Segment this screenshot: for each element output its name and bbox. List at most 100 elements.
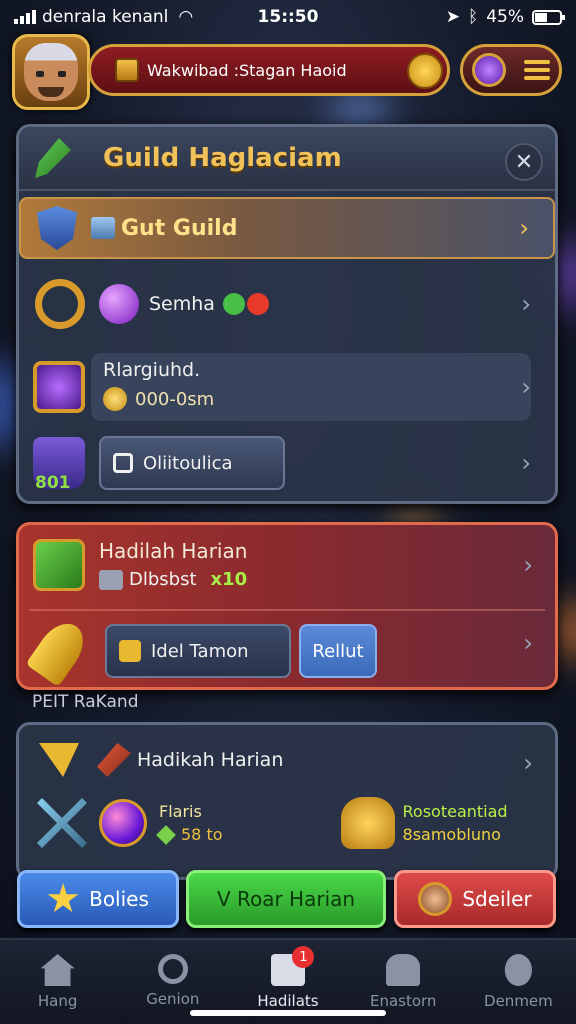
chevron-right-icon: › <box>523 551 533 579</box>
close-icon: ✕ <box>514 149 534 175</box>
horn-icon <box>39 743 79 777</box>
harvest-title: Hadikah Harian <box>137 749 284 771</box>
reward-sub-label: Dlbsbst <box>129 569 197 590</box>
orb-icon <box>472 53 506 87</box>
avatar-face-icon <box>24 43 78 101</box>
chest-icon <box>115 58 139 82</box>
search-icon <box>157 954 188 984</box>
potion-icon: 801 <box>33 437 85 493</box>
leaf-icon <box>156 824 176 845</box>
avatar[interactable] <box>12 34 90 110</box>
nav-label: Enastorn <box>369 992 437 1010</box>
face-icon <box>418 882 453 916</box>
hamburger-menu-icon <box>524 60 550 80</box>
list-item[interactable]: Semha › <box>19 267 555 341</box>
home-indicator[interactable] <box>190 1010 386 1016</box>
list-item[interactable]: 801 Oliitoulica › <box>19 431 555 495</box>
signal-icon <box>14 10 36 24</box>
crossed-swords-icon <box>37 798 87 848</box>
axe-icon <box>97 743 131 777</box>
harvest-row[interactable]: Hadikah Harian <box>39 743 283 777</box>
stat2-label: Rosoteantiad <box>402 802 508 821</box>
nav-label: Hadilats <box>257 992 319 1010</box>
gold-coin-icon <box>103 387 127 411</box>
nav-item-home[interactable]: Hang <box>0 940 115 1024</box>
guild-icon <box>386 954 421 986</box>
header: Wakwibad :Stagan Haoid <box>8 34 568 110</box>
harvest-panel: Hadikah Harian › Flaris 58 to Rosoteanti… <box>16 722 558 880</box>
card-title: Rlargiuhd. <box>103 359 201 381</box>
reward-amount: x10 <box>210 569 248 590</box>
chevron-right-icon: › <box>521 449 531 477</box>
battery-icon <box>532 9 565 25</box>
card-value: 000-0sm <box>135 388 215 410</box>
sword-icon <box>35 138 71 178</box>
clover-icon <box>222 293 245 315</box>
stat1-value: 58 to <box>181 825 223 844</box>
action-pill-button[interactable]: Oliitoulica <box>99 436 285 490</box>
info-card: Rlargiuhd. 000-0sm <box>91 353 531 421</box>
nav-label: Denmem <box>484 992 553 1010</box>
location-icon: ➤ <box>445 7 460 27</box>
nav-item-profile[interactable]: Denmem <box>461 940 576 1024</box>
coin-icon[interactable] <box>407 53 443 89</box>
wifi-icon: ◠ <box>178 7 194 27</box>
cart-icon <box>99 569 123 590</box>
nav-label: Hang <box>37 992 78 1010</box>
status-bar: denrala kenanl ◠ 15::50 ➤ ᛒ 45% <box>0 0 576 34</box>
chevron-right-icon: › <box>523 629 533 657</box>
bullet-icon <box>25 614 93 688</box>
header-title: Wakwibad :Stagan Haoid <box>147 60 347 80</box>
daily-harvest-button[interactable]: V Roar Harian <box>186 870 386 928</box>
bodies-button-label: Bolies <box>89 887 149 911</box>
chevron-right-icon: › <box>523 749 533 777</box>
daily-reward-row[interactable]: Hadilah Harian Dlbsbst x10 <box>33 539 247 591</box>
seller-button[interactable]: Sdeiler <box>394 870 556 928</box>
bodies-button[interactable]: Bolies <box>17 870 179 928</box>
pill-button-label: Oliitoulica <box>143 452 233 474</box>
list-item[interactable]: Rlargiuhd. 000-0sm › <box>19 349 555 425</box>
row-label: Semha <box>149 293 215 315</box>
daily-reward-panel: Hadilah Harian Dlbsbst x10 › Idel Tamon … <box>16 522 558 690</box>
daily-reward-title: Hadilah Harian <box>99 539 248 563</box>
panel-header: Guild Haglaciam ✕ <box>19 127 555 191</box>
ring-icon <box>35 279 85 329</box>
divider <box>29 609 545 611</box>
chevron-right-icon: › <box>521 290 531 318</box>
panel-title: Guild Haglaciam <box>103 143 342 173</box>
idle-button[interactable]: Idel Tamon <box>105 624 291 678</box>
rainbow-orb-icon <box>99 799 147 847</box>
battery-percent: 45% <box>486 7 524 27</box>
chevron-right-icon: › <box>519 214 529 242</box>
home-icon <box>40 954 75 986</box>
seller-button-label: Sdeiler <box>462 887 532 911</box>
gear-icon <box>119 640 141 662</box>
purple-orb-icon <box>99 284 139 324</box>
guild-panel: Guild Haglaciam ✕ Gut Guild › Semha › Rl… <box>16 124 558 504</box>
lamp-icon <box>340 797 395 849</box>
magic-cube-icon <box>33 361 85 413</box>
carrier-name: denrala kenanl <box>42 7 169 27</box>
berry-icon <box>246 293 269 315</box>
notification-badge: 1 <box>292 946 315 968</box>
close-button[interactable]: ✕ <box>505 143 543 181</box>
copy-icon <box>113 453 133 473</box>
bluetooth-icon: ᛒ <box>468 7 479 27</box>
stat2-value: 8samobluno <box>402 825 501 844</box>
stat1-label: Flaris <box>159 802 202 821</box>
refresh-button[interactable]: Rellut <box>299 624 377 678</box>
user-icon <box>504 954 533 986</box>
status-time: 15::50 <box>257 7 319 27</box>
nav-label: Genion <box>146 990 200 1008</box>
box-icon <box>91 217 115 239</box>
star-icon <box>47 883 79 913</box>
chevron-right-icon: › <box>521 373 531 401</box>
menu-button[interactable] <box>460 44 562 96</box>
title-bar[interactable]: Wakwibad :Stagan Haoid <box>88 44 450 96</box>
potion-count: 801 <box>35 473 71 493</box>
idle-button-label: Idel Tamon <box>151 640 249 662</box>
gut-guild-label: Gut Guild <box>121 215 238 241</box>
shield-icon <box>37 206 77 250</box>
gut-guild-row[interactable]: Gut Guild › <box>19 197 555 259</box>
section-label: PEIT RaKand <box>32 692 139 712</box>
